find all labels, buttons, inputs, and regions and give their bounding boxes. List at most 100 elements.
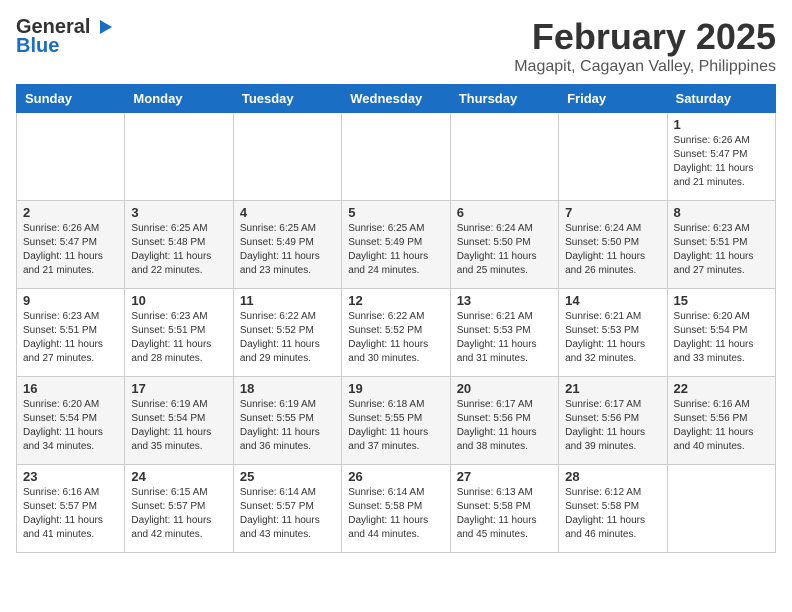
- calendar-week-row: 23Sunrise: 6:16 AM Sunset: 5:57 PM Dayli…: [17, 465, 776, 553]
- calendar-cell: 13 Sunrise: 6:21 AM Sunset: 5:53 PM Dayli…: [450, 289, 558, 377]
- day-info: Sunrise: 6:13 AM Sunset: 5:58 PM Dayligh…: [457, 486, 552, 542]
- day-info: Sunrise: 6:18 AM Sunset: 5:55 PM Dayligh…: [348, 398, 443, 454]
- day-number: 10: [131, 293, 226, 308]
- calendar-cell: 4 Sunrise: 6:25 AM Sunset: 5:49 PM Daylig…: [233, 201, 341, 289]
- day-header-tuesday: Tuesday: [233, 85, 341, 113]
- calendar-cell: 11Sunrise: 6:22 AM Sunset: 5:52 PM Dayli…: [233, 289, 341, 377]
- day-info: Sunrise: 6:19 AM Sunset: 5:54 PM Dayligh…: [131, 398, 226, 454]
- calendar-cell: 6 Sunrise: 6:24 AM Sunset: 5:50 PM Daylig…: [450, 201, 558, 289]
- day-number: 15: [674, 293, 769, 308]
- calendar-cell: [17, 113, 125, 201]
- calendar-cell: [233, 113, 341, 201]
- calendar-cell: 17 Sunrise: 6:19 AM Sunset: 5:54 PM Dayli…: [125, 377, 233, 465]
- logo-icon: [92, 16, 114, 38]
- calendar-cell: 1Sunrise: 6:26 AM Sunset: 5:47 PM Daylig…: [667, 113, 775, 201]
- calendar-cell: 15 Sunrise: 6:20 AM Sunset: 5:54 PM Dayli…: [667, 289, 775, 377]
- calendar-cell: [450, 113, 558, 201]
- day-info: Sunrise: 6:21 AM Sunset: 5:53 PM Dayligh…: [457, 310, 552, 366]
- day-number: 17: [131, 381, 226, 396]
- day-number: 3: [131, 205, 226, 220]
- calendar-table: SundayMondayTuesdayWednesdayThursdayFrid…: [16, 84, 776, 553]
- calendar-cell: [342, 113, 450, 201]
- calendar-week-row: 2 Sunrise: 6:26 AM Sunset: 5:47 PM Daylig…: [17, 201, 776, 289]
- day-info: Sunrise: 6:15 AM Sunset: 5:57 PM Dayligh…: [131, 486, 226, 542]
- calendar-cell: 12 Sunrise: 6:22 AM Sunset: 5:52 PM Dayli…: [342, 289, 450, 377]
- calendar-cell: 2 Sunrise: 6:26 AM Sunset: 5:47 PM Daylig…: [17, 201, 125, 289]
- calendar-cell: 10 Sunrise: 6:23 AM Sunset: 5:51 PM Dayli…: [125, 289, 233, 377]
- day-number: 13: [457, 293, 552, 308]
- day-number: 5: [348, 205, 443, 220]
- day-info: Sunrise: 6:26 AM Sunset: 5:47 PM Dayligh…: [23, 222, 118, 278]
- header: General Blue February 2025 Magapit, Caga…: [16, 16, 776, 76]
- calendar-cell: [667, 465, 775, 553]
- calendar-cell: 8 Sunrise: 6:23 AM Sunset: 5:51 PM Daylig…: [667, 201, 775, 289]
- day-info: Sunrise: 6:16 AM Sunset: 5:56 PM Dayligh…: [674, 398, 769, 454]
- day-number: 22: [674, 381, 769, 396]
- calendar-cell: [125, 113, 233, 201]
- day-header-saturday: Saturday: [667, 85, 775, 113]
- calendar-cell: 14 Sunrise: 6:21 AM Sunset: 5:53 PM Dayli…: [559, 289, 667, 377]
- day-info: Sunrise: 6:25 AM Sunset: 5:48 PM Dayligh…: [131, 222, 226, 278]
- day-number: 21: [565, 381, 660, 396]
- calendar-cell: 25Sunrise: 6:14 AM Sunset: 5:57 PM Dayli…: [233, 465, 341, 553]
- main-title: February 2025: [514, 16, 776, 58]
- calendar-cell: 22 Sunrise: 6:16 AM Sunset: 5:56 PM Dayli…: [667, 377, 775, 465]
- calendar-cell: 5Sunrise: 6:25 AM Sunset: 5:49 PM Daylig…: [342, 201, 450, 289]
- day-number: 18: [240, 381, 335, 396]
- calendar-cell: 23Sunrise: 6:16 AM Sunset: 5:57 PM Dayli…: [17, 465, 125, 553]
- day-info: Sunrise: 6:24 AM Sunset: 5:50 PM Dayligh…: [565, 222, 660, 278]
- day-number: 19: [348, 381, 443, 396]
- calendar-week-row: 16 Sunrise: 6:20 AM Sunset: 5:54 PM Dayli…: [17, 377, 776, 465]
- calendar-cell: 7 Sunrise: 6:24 AM Sunset: 5:50 PM Daylig…: [559, 201, 667, 289]
- day-number: 8: [674, 205, 769, 220]
- day-header-friday: Friday: [559, 85, 667, 113]
- day-number: 14: [565, 293, 660, 308]
- calendar-cell: [559, 113, 667, 201]
- day-info: Sunrise: 6:25 AM Sunset: 5:49 PM Dayligh…: [240, 222, 335, 278]
- calendar-cell: 16 Sunrise: 6:20 AM Sunset: 5:54 PM Dayli…: [17, 377, 125, 465]
- day-info: Sunrise: 6:23 AM Sunset: 5:51 PM Dayligh…: [23, 310, 118, 366]
- day-info: Sunrise: 6:12 AM Sunset: 5:58 PM Dayligh…: [565, 486, 660, 542]
- day-number: 28: [565, 469, 660, 484]
- calendar-header-row: SundayMondayTuesdayWednesdayThursdayFrid…: [17, 85, 776, 113]
- day-number: 12: [348, 293, 443, 308]
- day-header-wednesday: Wednesday: [342, 85, 450, 113]
- day-info: Sunrise: 6:24 AM Sunset: 5:50 PM Dayligh…: [457, 222, 552, 278]
- day-info: Sunrise: 6:17 AM Sunset: 5:56 PM Dayligh…: [457, 398, 552, 454]
- calendar-week-row: 9 Sunrise: 6:23 AM Sunset: 5:51 PM Daylig…: [17, 289, 776, 377]
- day-info: Sunrise: 6:16 AM Sunset: 5:57 PM Dayligh…: [23, 486, 118, 542]
- day-number: 7: [565, 205, 660, 220]
- day-info: Sunrise: 6:19 AM Sunset: 5:55 PM Dayligh…: [240, 398, 335, 454]
- day-header-thursday: Thursday: [450, 85, 558, 113]
- calendar-cell: 28 Sunrise: 6:12 AM Sunset: 5:58 PM Dayli…: [559, 465, 667, 553]
- day-info: Sunrise: 6:17 AM Sunset: 5:56 PM Dayligh…: [565, 398, 660, 454]
- day-number: 9: [23, 293, 118, 308]
- day-info: Sunrise: 6:23 AM Sunset: 5:51 PM Dayligh…: [674, 222, 769, 278]
- day-number: 11: [240, 293, 335, 308]
- day-number: 2: [23, 205, 118, 220]
- subtitle: Magapit, Cagayan Valley, Philippines: [514, 58, 776, 76]
- day-number: 4: [240, 205, 335, 220]
- day-number: 16: [23, 381, 118, 396]
- day-header-sunday: Sunday: [17, 85, 125, 113]
- calendar-cell: 9 Sunrise: 6:23 AM Sunset: 5:51 PM Daylig…: [17, 289, 125, 377]
- day-info: Sunrise: 6:21 AM Sunset: 5:53 PM Dayligh…: [565, 310, 660, 366]
- day-info: Sunrise: 6:20 AM Sunset: 5:54 PM Dayligh…: [674, 310, 769, 366]
- day-number: 25: [240, 469, 335, 484]
- day-info: Sunrise: 6:23 AM Sunset: 5:51 PM Dayligh…: [131, 310, 226, 366]
- day-info: Sunrise: 6:26 AM Sunset: 5:47 PM Dayligh…: [674, 134, 769, 190]
- calendar-cell: 21 Sunrise: 6:17 AM Sunset: 5:56 PM Dayli…: [559, 377, 667, 465]
- day-number: 27: [457, 469, 552, 484]
- calendar-cell: 19 Sunrise: 6:18 AM Sunset: 5:55 PM Dayli…: [342, 377, 450, 465]
- day-number: 26: [348, 469, 443, 484]
- calendar-cell: 24Sunrise: 6:15 AM Sunset: 5:57 PM Dayli…: [125, 465, 233, 553]
- logo: General Blue: [16, 16, 114, 58]
- day-info: Sunrise: 6:20 AM Sunset: 5:54 PM Dayligh…: [23, 398, 118, 454]
- logo-blue: Blue: [16, 35, 59, 58]
- calendar-cell: 18 Sunrise: 6:19 AM Sunset: 5:55 PM Dayli…: [233, 377, 341, 465]
- calendar-cell: 26Sunrise: 6:14 AM Sunset: 5:58 PM Dayli…: [342, 465, 450, 553]
- day-number: 20: [457, 381, 552, 396]
- title-section: February 2025 Magapit, Cagayan Valley, P…: [514, 16, 776, 76]
- day-info: Sunrise: 6:22 AM Sunset: 5:52 PM Dayligh…: [348, 310, 443, 366]
- day-number: 6: [457, 205, 552, 220]
